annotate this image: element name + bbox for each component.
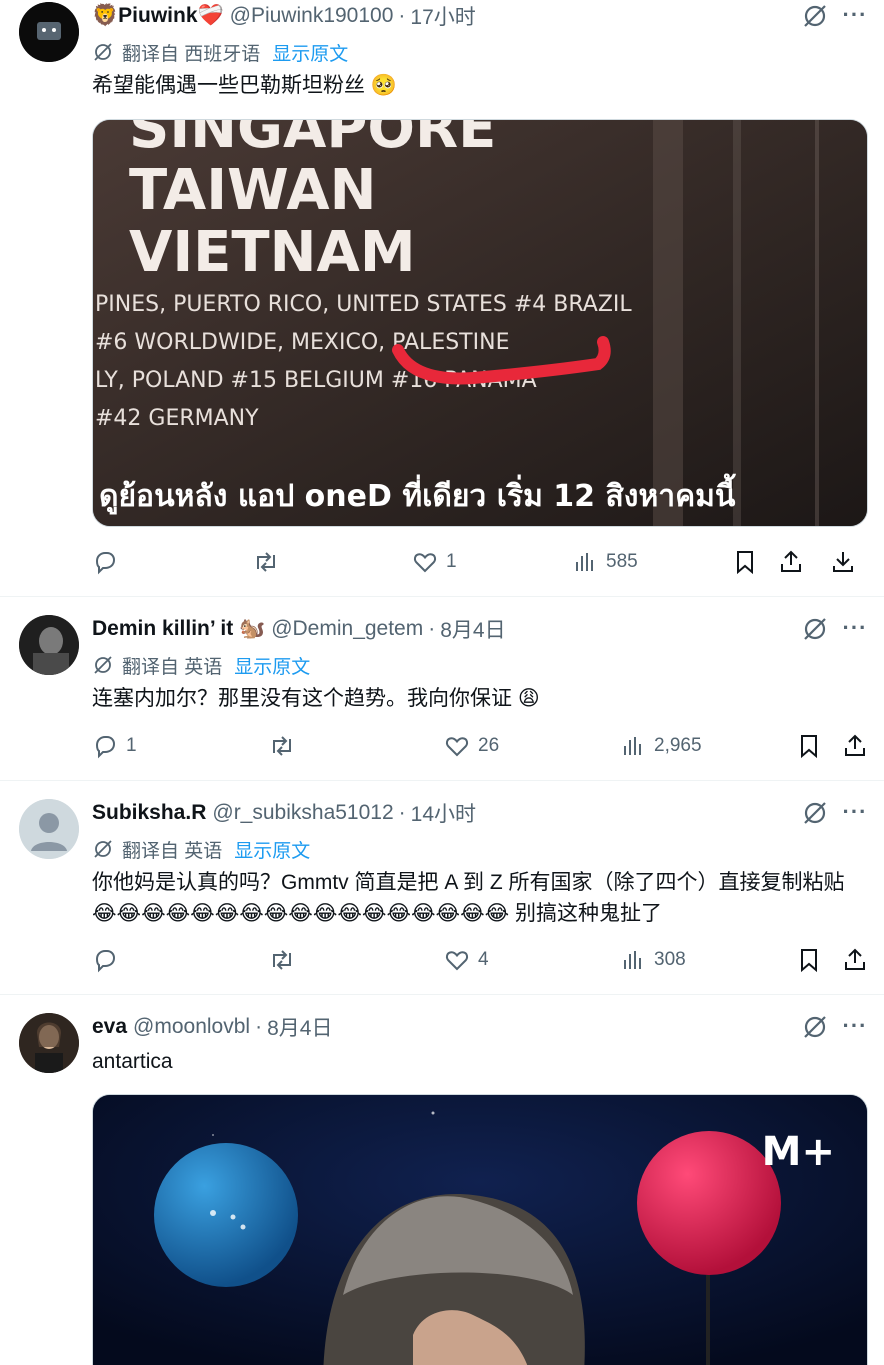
translate-icon [92,838,122,860]
more-icon[interactable]: ··· [842,617,868,647]
tweet-text: 连塞内加尔？那里没有这个趋势。我向你保证 😩 [92,687,540,710]
views-icon [622,734,654,758]
views-button[interactable]: 2,965 [622,731,702,761]
views-icon [574,550,606,574]
user-handle[interactable]: @moonlovbl [133,1015,250,1039]
tweet[interactable]: eva @moonlovbl · 8月4日 ··· antartica M+ [0,995,884,1365]
views-count: 585 [606,551,638,572]
share-icon[interactable] [840,731,870,761]
avatar[interactable] [19,799,79,859]
translate-label: 翻译自 英语 [122,840,223,862]
like-icon [444,947,478,973]
like-count: 4 [478,949,489,970]
tweet-text: 希望能偶遇一些巴勒斯坦粉丝 🥺 [92,74,397,97]
translate-icon [92,654,122,676]
more-icon[interactable]: ··· [842,801,868,831]
like-button[interactable]: 4 [444,945,489,975]
display-name[interactable]: Subiksha.R [92,801,206,825]
avatar[interactable] [19,1013,79,1073]
views-icon [622,948,654,972]
share-icon[interactable] [840,945,870,975]
views-count: 2,965 [654,735,702,756]
media-footer-text: ดูย้อนหลัง แอป oneD ที่เดียว เริ่ม 12 สิ… [99,479,736,514]
reply-icon [92,733,126,759]
display-name[interactable]: eva [92,1015,127,1039]
separator: · [398,801,406,824]
tweet[interactable]: Demin killin’ it 🐿️ @Demin_getem · 8月4日 … [0,597,884,781]
reply-icon [92,947,126,973]
retweet-icon [268,947,304,973]
timestamp[interactable]: 17小时 [410,1,475,31]
retweet-icon [252,549,288,575]
like-icon [444,733,478,759]
bookmark-icon[interactable] [794,731,824,761]
views-count: 308 [654,949,686,970]
like-count: 1 [446,551,457,572]
like-button[interactable]: 26 [444,731,499,761]
retweet-button[interactable] [268,945,304,975]
timestamp[interactable]: 14小时 [411,798,476,828]
views-button[interactable]: 585 [574,547,638,577]
show-original-link[interactable]: 显示原文 [234,836,310,863]
translate-label: 翻译自 西班牙语 [122,43,261,65]
views-button[interactable]: 308 [622,945,686,975]
user-handle[interactable]: @Demin_getem [271,617,423,641]
retweet-button[interactable] [252,547,288,577]
retweet-button[interactable] [268,731,304,761]
reply-icon [92,549,126,575]
separator: · [428,617,436,640]
user-handle[interactable]: @Piuwink190100 [230,4,394,28]
retweet-icon [268,733,304,759]
grok-icon[interactable] [802,3,828,29]
like-count: 26 [478,735,500,756]
media-watermark: M+ [761,1129,835,1175]
separator: · [398,4,406,27]
bookmark-icon[interactable] [794,945,824,975]
tweet[interactable]: Subiksha.R @r_subiksha51012 · 14小时 ··· 翻… [0,781,884,995]
display-name[interactable]: Demin killin’ it 🐿️ [92,617,265,641]
tweet-text: 你他妈是认真的吗？Gmmtv 简直是把 A 到 Z 所有国家（除了四个）直接复制… [92,871,845,925]
tweet-image[interactable]: SINGAPORE TAIWAN VIETNAM PINES, PUERTO R… [92,119,868,527]
like-button[interactable]: 1 [412,547,457,577]
avatar[interactable] [19,2,79,62]
grok-icon[interactable] [802,1014,828,1040]
display-name[interactable]: 🦁Piuwink❤️‍🩹 [92,4,224,28]
reply-count: 1 [126,735,137,756]
user-handle[interactable]: @r_subiksha51012 [212,801,393,825]
reply-button[interactable] [92,945,126,975]
more-icon[interactable]: ··· [842,1015,868,1045]
translate-icon [92,41,122,63]
timestamp[interactable]: 8月4日 [440,614,505,644]
reply-button[interactable] [92,547,126,577]
tweet-text: antartica [92,1050,173,1073]
red-underline [392,336,611,385]
tweet-image[interactable]: M+ [92,1094,868,1365]
like-icon [412,549,446,575]
more-icon[interactable]: ··· [842,4,868,34]
avatar[interactable] [19,615,79,675]
share-icon[interactable] [776,547,806,577]
grok-icon[interactable] [802,616,828,642]
timestamp[interactable]: 8月4日 [267,1012,332,1042]
grok-icon[interactable] [802,800,828,826]
tweet[interactable]: 🦁Piuwink❤️‍🩹 @Piuwink190100 · 17小时 ··· 翻… [0,0,884,597]
download-icon[interactable] [828,547,858,577]
show-original-link[interactable]: 显示原文 [234,652,310,679]
translate-label: 翻译自 英语 [122,656,223,678]
reply-button[interactable]: 1 [92,731,137,761]
bookmark-icon[interactable] [730,547,760,577]
show-original-link[interactable]: 显示原文 [272,39,348,66]
separator: · [255,1015,263,1038]
